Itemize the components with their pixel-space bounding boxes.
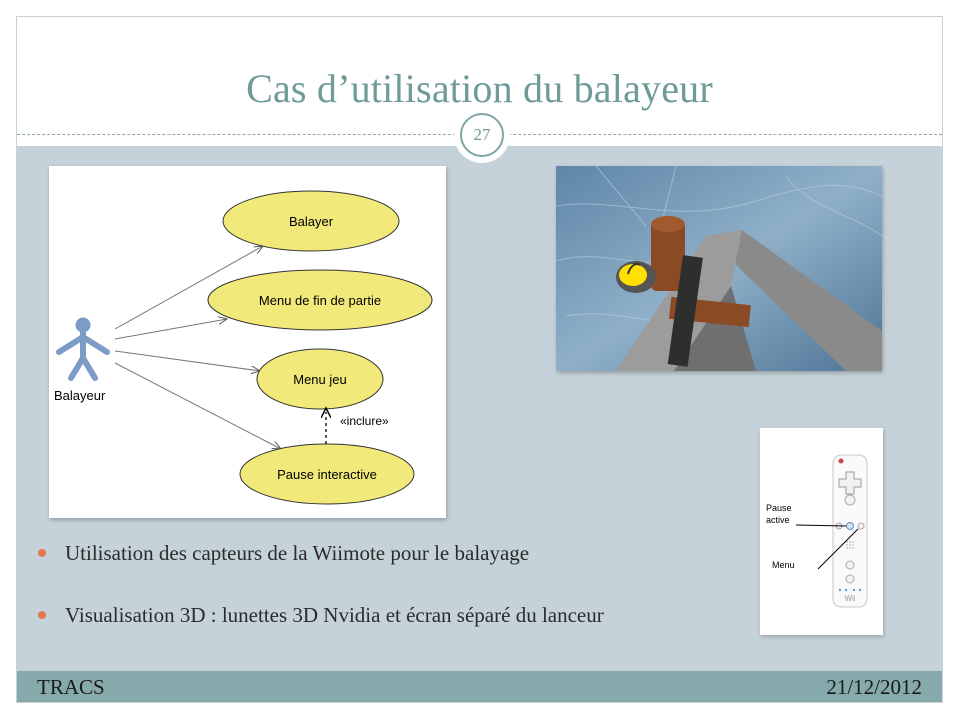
slide-frame [16, 16, 943, 703]
